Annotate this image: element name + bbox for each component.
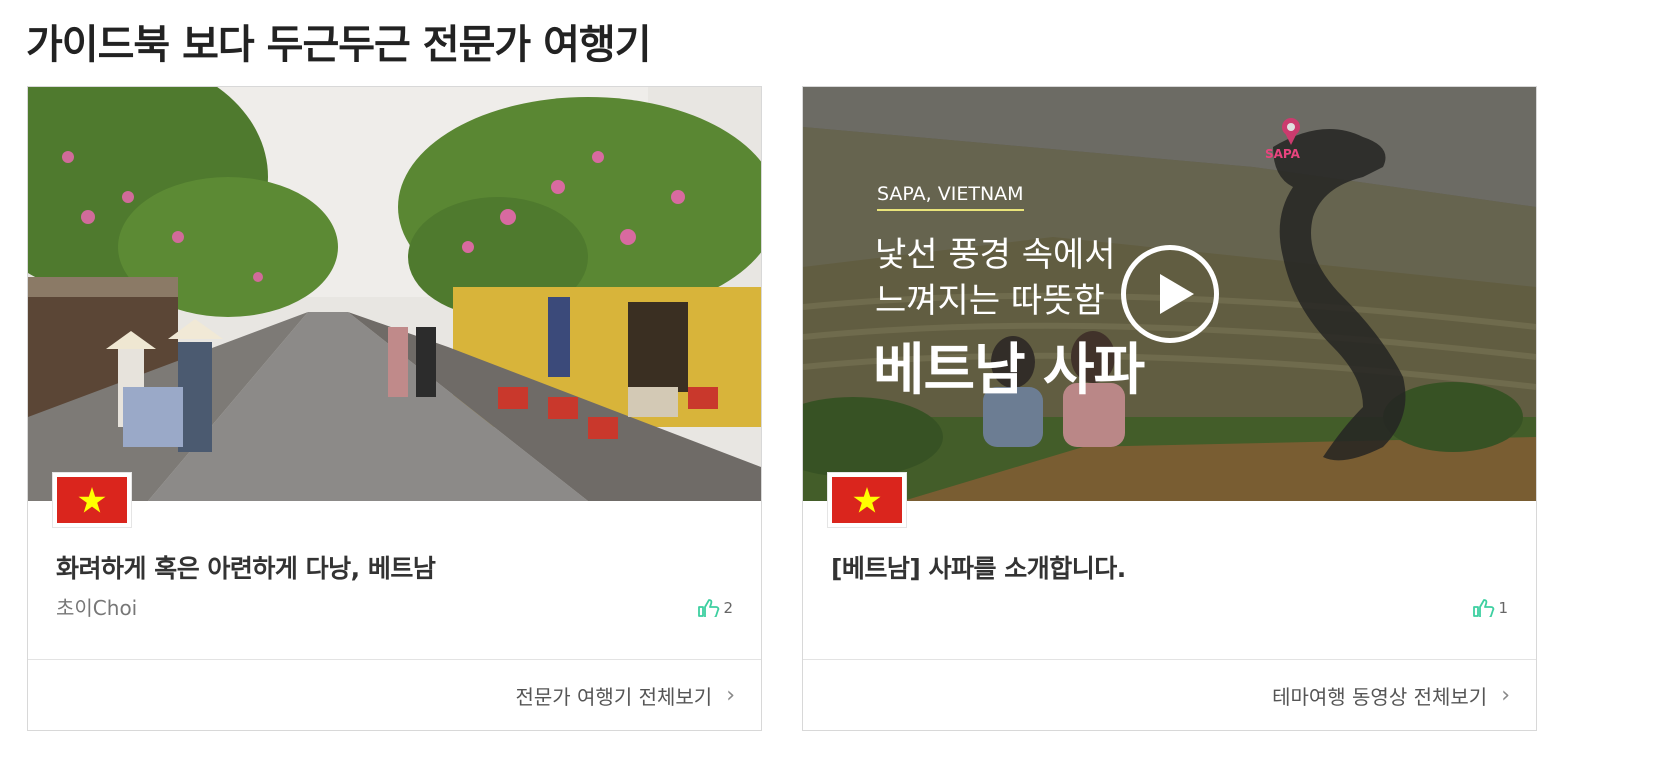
video-subtitle-line2: 느껴지는 따뜻함 — [875, 281, 1105, 321]
play-icon[interactable] — [1121, 245, 1219, 343]
thumbs-up-icon — [1473, 599, 1495, 617]
chevron-right-icon: › — [1501, 682, 1510, 708]
footer-link-label: 테마여행 동영상 전체보기 — [1272, 685, 1488, 709]
travel-card-sapa: SAPA SAPA, VIETNAM 낯선 풍경 속에서 느껴지는 따뜻함 베트… — [802, 86, 1537, 731]
vietnam-flag-icon — [828, 473, 906, 527]
like-count[interactable]: 1 — [1473, 599, 1508, 617]
section-title: 가이드북 보다 두근두근 전문가 여행기 — [26, 22, 652, 68]
video-location: SAPA, VIETNAM — [877, 183, 1024, 211]
view-all-theme-video-link[interactable]: 테마여행 동영상 전체보기 › — [803, 659, 1536, 730]
chevron-right-icon: › — [726, 682, 735, 708]
travel-card-danang: 화려하게 혹은 아련하게 다낭, 베트남 초이Choi 2 전문가 여행기 전체… — [27, 86, 762, 731]
card-thumbnail[interactable] — [28, 87, 761, 501]
vietnam-flag-icon — [53, 473, 131, 527]
like-count[interactable]: 2 — [698, 599, 733, 617]
street-photo — [28, 87, 761, 501]
card-title-link[interactable]: [베트남] 사파를 소개합니다. — [831, 549, 1126, 585]
like-number: 1 — [1498, 599, 1508, 617]
video-headline: 베트남 사파 — [873, 338, 1145, 403]
map-pin-label: SAPA — [1265, 147, 1300, 161]
view-all-expert-link[interactable]: 전문가 여행기 전체보기 › — [28, 659, 761, 730]
video-subtitle-line1: 낯선 풍경 속에서 — [875, 235, 1116, 275]
footer-link-label: 전문가 여행기 전체보기 — [515, 685, 713, 709]
card-title-link[interactable]: 화려하게 혹은 아련하게 다낭, 베트남 — [56, 549, 436, 585]
video-thumbnail[interactable]: SAPA SAPA, VIETNAM 낯선 풍경 속에서 느껴지는 따뜻함 베트… — [803, 87, 1536, 501]
like-number: 2 — [723, 599, 733, 617]
thumbs-up-icon — [698, 599, 720, 617]
card-author: 초이Choi — [56, 596, 138, 620]
